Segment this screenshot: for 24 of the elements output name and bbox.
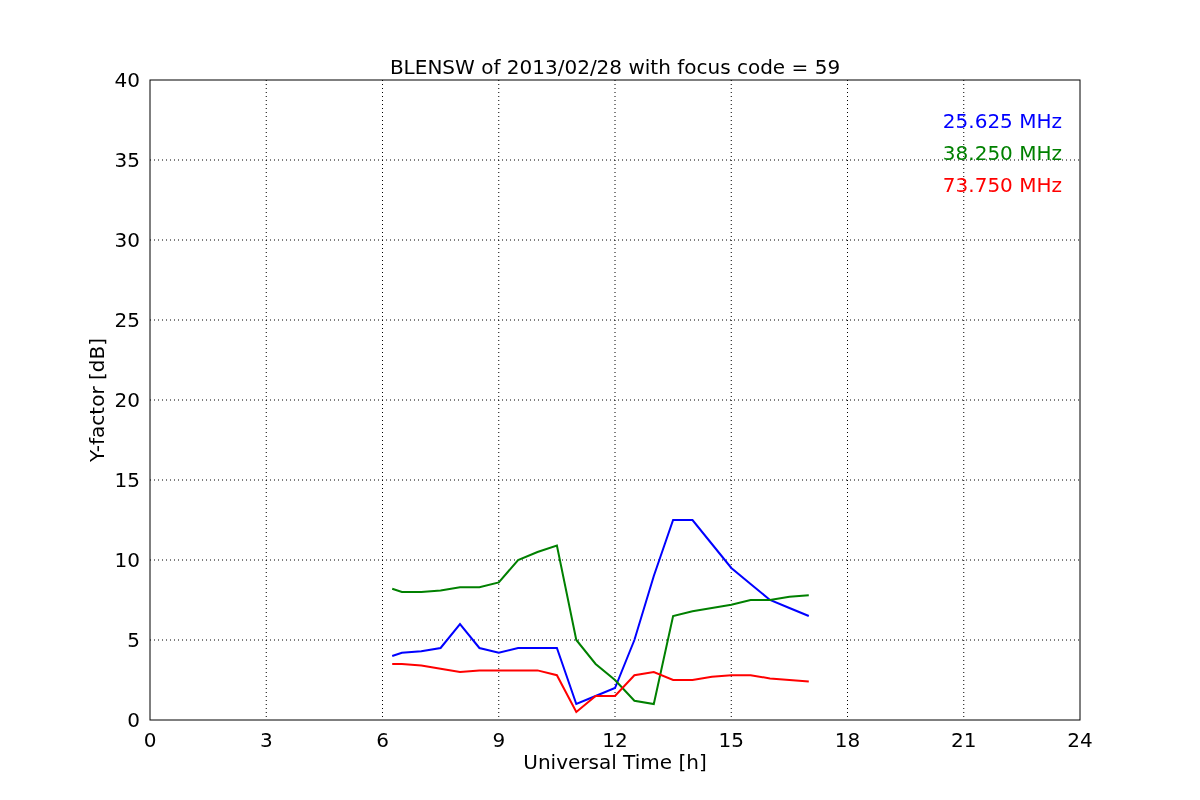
y-axis-title: Y-factor [dB] [85, 338, 109, 462]
y-tick-label: 35 [114, 148, 140, 172]
y-tick-label: 0 [127, 708, 140, 732]
y-tick-label: 15 [114, 468, 140, 492]
x-tick-label: 18 [834, 728, 861, 752]
y-tick-label: 30 [114, 228, 140, 252]
y-tick-label: 20 [114, 388, 140, 412]
x-axis-title: Universal Time [h] [523, 750, 707, 774]
x-tick-label: 6 [376, 728, 389, 752]
legend-label: 73.750 MHz [942, 173, 1062, 197]
y-tick-label: 25 [114, 308, 140, 332]
y-tick-label: 10 [114, 548, 140, 572]
legend-label: 25.625 MHz [942, 109, 1062, 133]
x-tick-label: 0 [143, 728, 157, 752]
x-tick-label: 24 [1067, 728, 1093, 752]
x-tick-label: 15 [718, 728, 744, 752]
legend-label: 38.250 MHz [942, 141, 1062, 165]
x-tick-label: 21 [951, 728, 977, 752]
x-tick-label: 9 [492, 728, 506, 752]
x-tick-label: 12 [602, 728, 628, 752]
y-tick-label: 40 [114, 68, 140, 92]
y-tick-label: 5 [127, 628, 140, 652]
x-tick-label: 3 [259, 728, 273, 752]
chart-title: BLENSW of 2013/02/28 with focus code = 59 [389, 55, 841, 79]
